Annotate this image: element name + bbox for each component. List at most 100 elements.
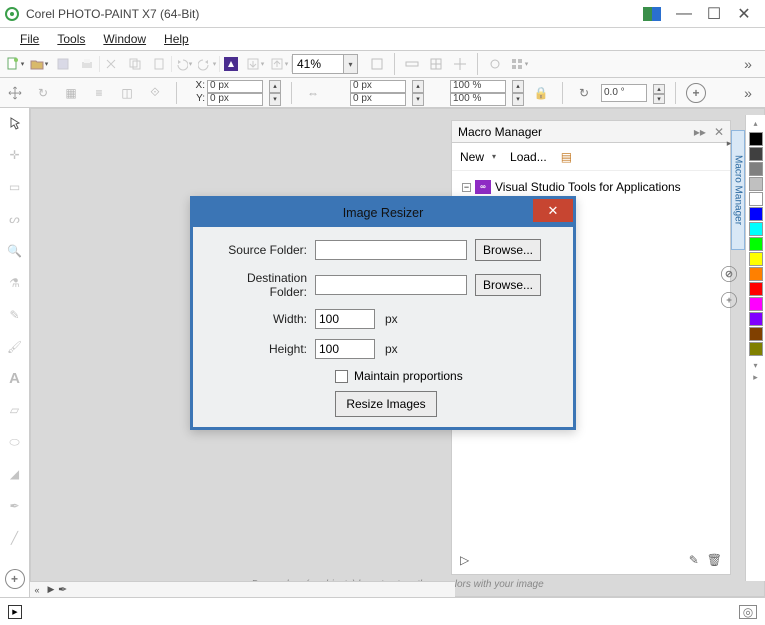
color-swatch[interactable] (749, 252, 763, 266)
crop-icon[interactable]: ⟐ (144, 82, 166, 104)
minimize-button[interactable]: — (675, 5, 693, 23)
source-folder-input[interactable] (315, 240, 467, 260)
chevron-down-icon[interactable]: ▾ (492, 152, 496, 161)
grid-button[interactable] (425, 53, 447, 75)
macro-load-button[interactable]: Load... (510, 150, 547, 164)
lasso-tool[interactable]: ᔕ (4, 208, 26, 230)
open-button[interactable]: ▾ (28, 53, 50, 75)
print-button[interactable] (76, 53, 98, 75)
clone-tool[interactable]: ⚗ (4, 272, 26, 294)
sx-field[interactable]: 100 % (450, 80, 506, 93)
color-swatch[interactable] (749, 297, 763, 311)
status-layers-icon[interactable]: ◎ (739, 605, 757, 619)
color-swatch[interactable] (749, 282, 763, 296)
x-field[interactable]: 0 px (207, 80, 263, 93)
macro-editor-icon[interactable]: ▤ (561, 150, 572, 164)
tree-root-label[interactable]: Visual Studio Tools for Applications (495, 177, 681, 197)
fill-tool[interactable]: ◢ (4, 463, 26, 485)
palette-down-icon[interactable]: ▾ (753, 361, 757, 370)
wh-spinner[interactable]: ▴▾ (412, 80, 424, 106)
import-button[interactable]: ▾ (244, 53, 266, 75)
toolbar-overflow[interactable]: » (735, 56, 761, 72)
resize-images-button[interactable]: Resize Images (335, 391, 437, 417)
y-field[interactable]: 0 px (207, 93, 263, 106)
save-button[interactable] (52, 53, 74, 75)
shape-tool[interactable]: ⬭ (4, 431, 26, 453)
app-launcher-button[interactable]: ▾ (508, 53, 530, 75)
panel-close-icon[interactable]: ✕ (714, 125, 724, 139)
move-icon[interactable] (4, 82, 26, 104)
status-play-icon[interactable]: ▶ (8, 605, 22, 619)
macro-edit-icon[interactable]: ✎ (689, 553, 699, 567)
menu-tools[interactable]: Tools (49, 30, 93, 48)
color-swatch[interactable] (749, 147, 763, 161)
paste-button[interactable] (148, 53, 170, 75)
dropper-tool[interactable]: ✒ (4, 495, 26, 517)
color-swatch[interactable] (749, 207, 763, 221)
effect-tool[interactable]: ✎ (4, 304, 26, 326)
rotation-field[interactable]: 0.0 ° (601, 84, 647, 102)
height-input[interactable] (315, 339, 375, 359)
refresh-icon[interactable]: ↻ (32, 82, 54, 104)
eraser-tool[interactable]: ▱ (4, 399, 26, 421)
eyedropper-icon[interactable]: ✒ (58, 583, 76, 596)
w-field[interactable]: 0 px (350, 80, 406, 93)
macro-new-button[interactable]: New (460, 150, 484, 164)
xy-spinner[interactable]: ▴▾ (269, 80, 281, 106)
color-swatch[interactable] (749, 162, 763, 176)
nav-left[interactable]: « (30, 585, 44, 595)
marquee-tool[interactable]: ▭ (4, 176, 26, 198)
maintain-proportions-checkbox[interactable] (335, 370, 348, 383)
color-swatch[interactable] (749, 312, 763, 326)
color-add-button[interactable]: + (721, 292, 737, 308)
maximize-button[interactable]: ☐ (705, 5, 723, 23)
propbar-overflow[interactable]: » (735, 85, 761, 101)
menu-window[interactable]: Window (95, 30, 154, 48)
color-swatch[interactable] (749, 237, 763, 251)
distribute-icon[interactable]: ≡ (88, 82, 110, 104)
ruler-button[interactable] (401, 53, 423, 75)
copy-button[interactable] (124, 53, 146, 75)
color-swatch[interactable] (749, 177, 763, 191)
menu-help[interactable]: Help (156, 30, 197, 48)
color-swatch[interactable] (749, 222, 763, 236)
color-swatch[interactable] (749, 342, 763, 356)
zoom-tool[interactable]: 🔍 (4, 240, 26, 262)
macro-delete-icon[interactable]: 🗑 (707, 553, 722, 567)
dest-folder-input[interactable] (315, 275, 467, 295)
palette-up-icon[interactable]: ▴ (753, 119, 757, 128)
crosshair-tool[interactable]: ✛ (4, 144, 26, 166)
guideline-button[interactable] (449, 53, 471, 75)
undo-button[interactable]: ▾ (172, 53, 194, 75)
dest-browse-button[interactable]: Browse... (475, 274, 541, 296)
new-button[interactable]: ▾ (4, 53, 26, 75)
close-button[interactable]: ✕ (735, 5, 753, 23)
lock-ratio-icon[interactable]: 🔒 (530, 82, 552, 104)
color-swatch[interactable] (749, 192, 763, 206)
rotation-spinner[interactable]: ▴▾ (653, 84, 665, 102)
redo-button[interactable]: ▾ (196, 53, 218, 75)
palette-menu-icon[interactable]: ▸ (753, 372, 758, 383)
color-swatch[interactable] (749, 132, 763, 146)
width-input[interactable] (315, 309, 375, 329)
pick-tool[interactable] (4, 112, 26, 134)
options-button[interactable] (484, 53, 506, 75)
panel-collapse-icon[interactable]: ▸▸ (694, 125, 706, 139)
text-tool[interactable]: A (4, 368, 26, 390)
color-swatch[interactable] (749, 267, 763, 281)
align-icon[interactable]: ▦ (60, 82, 82, 104)
color-null-swatch[interactable]: ⊘ (721, 266, 737, 282)
chevron-down-icon[interactable]: ▾ (343, 55, 357, 73)
dialog-titlebar[interactable]: Image Resizer ✕ (193, 199, 573, 227)
cut-button[interactable] (100, 53, 122, 75)
brush-tool[interactable]: 🖌 (4, 336, 26, 358)
scale-spinner[interactable]: ▴▾ (512, 80, 524, 106)
color-swatch[interactable] (749, 327, 763, 341)
export-button[interactable]: ▾ (268, 53, 290, 75)
add-preset-button[interactable]: + (686, 83, 706, 103)
fullscreen-button[interactable] (366, 53, 388, 75)
h-field[interactable]: 0 px (350, 93, 406, 106)
source-browse-button[interactable]: Browse... (475, 239, 541, 261)
toolbox-add-button[interactable]: + (5, 569, 25, 589)
line-tool[interactable]: ╱ (4, 527, 26, 549)
